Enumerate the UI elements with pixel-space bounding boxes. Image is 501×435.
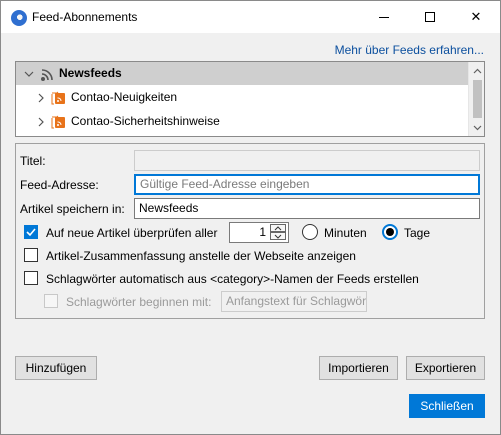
add-button[interactable]: Hinzufügen xyxy=(15,356,97,380)
close-window-button[interactable]: ✕ xyxy=(453,1,499,33)
tree-row-feed[interactable]: Contao-Sicherheitshinweise xyxy=(16,110,468,133)
scroll-thumb[interactable] xyxy=(473,80,482,118)
tree-root-label: Newsfeeds xyxy=(59,66,122,80)
feed-address-label: Feed-Adresse: xyxy=(20,178,99,192)
title-bar: Feed-Abonnements ✕ xyxy=(1,1,500,33)
export-button[interactable]: Exportieren xyxy=(406,356,485,380)
tree-scrollbar[interactable] xyxy=(468,62,484,136)
feed-tree[interactable]: Newsfeeds Contao-Neuigkeiten Contao-Sich… xyxy=(15,61,485,137)
tag-prefix-checkbox[interactable] xyxy=(44,294,58,308)
minimize-button[interactable] xyxy=(361,1,407,33)
feed-subscriptions-dialog: Feed-Abonnements ✕ Mehr über Feeds erfah… xyxy=(0,0,501,435)
minutes-label: Minuten xyxy=(324,226,367,240)
feed-address-placeholder: Gültige Feed-Adresse eingeben xyxy=(140,177,310,191)
show-summary-checkbox[interactable] xyxy=(24,248,38,262)
feed-folder-icon xyxy=(51,91,67,105)
close-button[interactable]: Schließen xyxy=(409,394,485,418)
collapsed-chevron-icon[interactable] xyxy=(36,117,46,127)
title-label: Titel: xyxy=(20,154,46,168)
learn-more-link[interactable]: Mehr über Feeds erfahren... xyxy=(335,43,484,57)
interval-spinner[interactable]: 1 xyxy=(229,222,289,243)
feed-folder-icon xyxy=(51,115,67,129)
spinner-up-arrow-icon[interactable] xyxy=(270,224,286,232)
check-new-articles-label: Auf neue Artikel überprüfen aller xyxy=(46,226,218,240)
days-label: Tage xyxy=(404,226,431,240)
tree-item-label: Contao-Neuigkeiten xyxy=(71,90,178,104)
tree-item-label: Contao-Sicherheitshinweise xyxy=(71,114,220,128)
days-radio[interactable] xyxy=(382,224,398,240)
interval-value: 1 xyxy=(259,225,266,239)
maximize-button[interactable] xyxy=(407,1,453,33)
store-in-label: Artikel speichern in: xyxy=(20,202,125,216)
scroll-up-arrow-icon[interactable] xyxy=(469,62,484,79)
thunderbird-app-icon xyxy=(11,10,27,26)
title-field[interactable] xyxy=(134,150,480,171)
auto-tags-label: Schlagwörter automatisch aus <category>-… xyxy=(46,272,419,286)
tag-prefix-label: Schlagwörter beginnen mit: xyxy=(66,295,212,309)
maximize-icon xyxy=(425,12,435,22)
rss-icon xyxy=(40,66,56,82)
minimize-icon xyxy=(379,16,389,18)
tree-row-feed[interactable]: Contao-Neuigkeiten xyxy=(16,86,468,109)
spinner-buttons xyxy=(270,224,286,241)
spinner-down-arrow-icon[interactable] xyxy=(270,232,286,240)
store-in-field[interactable]: Newsfeeds xyxy=(134,198,480,219)
minutes-radio[interactable] xyxy=(302,224,318,240)
feed-details-panel: Titel: Feed-Adresse: Gültige Feed-Adress… xyxy=(15,143,485,319)
expanded-chevron-icon[interactable] xyxy=(24,69,34,79)
close-icon: ✕ xyxy=(470,9,482,24)
feed-address-field[interactable]: Gültige Feed-Adresse eingeben xyxy=(134,174,480,195)
tag-prefix-field[interactable]: Anfangstext für Schlagwör xyxy=(221,291,367,312)
scroll-down-arrow-icon[interactable] xyxy=(469,119,484,136)
collapsed-chevron-icon[interactable] xyxy=(36,93,46,103)
auto-tags-checkbox[interactable] xyxy=(24,271,38,285)
import-button[interactable]: Importieren xyxy=(319,356,398,380)
tree-row-newsfeeds[interactable]: Newsfeeds xyxy=(16,62,468,85)
tag-prefix-placeholder: Anfangstext für Schlagwör xyxy=(226,294,367,308)
check-new-articles-checkbox[interactable] xyxy=(24,225,38,239)
window-title: Feed-Abonnements xyxy=(32,10,138,24)
show-summary-label: Artikel-Zusammenfassung anstelle der Web… xyxy=(46,249,356,263)
